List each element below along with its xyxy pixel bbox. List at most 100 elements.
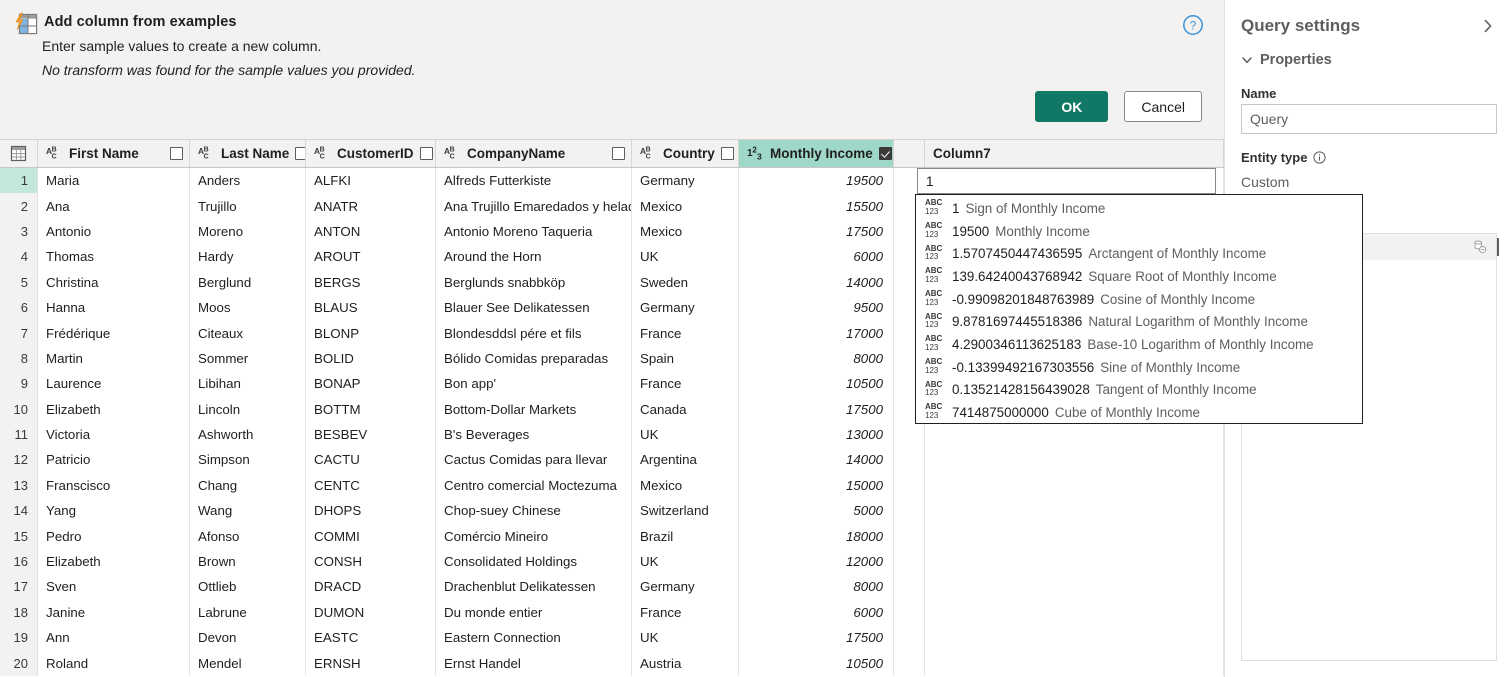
cell-income[interactable]: 17500 — [739, 396, 894, 422]
column-header-country[interactable]: A B C Country — [632, 140, 739, 167]
row-number-cell[interactable]: 18 — [0, 599, 38, 626]
table-row[interactable]: 14 Yang Wang DHOPS Chop-suey Chinese Switzerl… — [0, 498, 1224, 524]
row-number-cell[interactable]: 5 — [0, 269, 38, 295]
cell-company[interactable]: Consolidated Holdings — [436, 548, 632, 575]
cell-id[interactable]: ANATR — [306, 193, 436, 219]
cell-id[interactable]: BOLID — [306, 345, 436, 372]
cell-country[interactable]: France — [632, 599, 739, 626]
cell-company[interactable]: Alfreds Futterkiste — [436, 168, 632, 194]
cell-income[interactable]: 10500 — [739, 371, 894, 397]
cell-last[interactable]: Citeaux — [190, 320, 306, 346]
cell-company[interactable]: Bon app' — [436, 371, 632, 397]
chevron-right-icon[interactable] — [1480, 18, 1496, 34]
row-number-cell[interactable]: 7 — [0, 320, 38, 346]
cell-company[interactable]: Eastern Connection — [436, 625, 632, 651]
cell-first[interactable]: Martin — [38, 345, 190, 372]
cell-last[interactable]: Chang — [190, 472, 306, 499]
row-number-cell[interactable]: 10 — [0, 396, 38, 422]
cell-id[interactable]: DHOPS — [306, 498, 436, 524]
table-row[interactable]: 17 Sven Ottlieb DRACD Drachenblut Delikatess… — [0, 574, 1224, 600]
row-number-cell[interactable]: 8 — [0, 345, 38, 372]
cell-first[interactable]: Franscisco — [38, 472, 190, 499]
cell-column7[interactable] — [925, 599, 1224, 626]
cell-id[interactable]: DRACD — [306, 574, 436, 600]
table-row[interactable]: 15 Pedro Afonso COMMI Comércio Mineiro Brazil… — [0, 523, 1224, 549]
cell-last[interactable]: Labrune — [190, 599, 306, 626]
cell-income[interactable]: 17500 — [739, 218, 894, 245]
suggestion-item[interactable]: ABC 123 1.5707450447436595 Arctangent of Mo… — [916, 242, 1362, 265]
cell-id[interactable]: CACTU — [306, 447, 436, 473]
cell-id[interactable]: CENTC — [306, 472, 436, 499]
cell-income[interactable]: 15000 — [739, 472, 894, 499]
suggestion-item[interactable]: ABC 123 9.8781697445518386 Natural Logarith… — [916, 310, 1362, 333]
ok-button[interactable]: OK — [1035, 91, 1109, 122]
cell-income[interactable]: 17500 — [739, 625, 894, 651]
cell-id[interactable]: EASTC — [306, 625, 436, 651]
cell-first[interactable]: Christina — [38, 269, 190, 295]
cell-country[interactable]: Brazil — [632, 523, 739, 549]
cell-country[interactable]: Mexico — [632, 472, 739, 499]
row-number-cell[interactable]: 13 — [0, 472, 38, 499]
column-checkbox-companyname[interactable] — [612, 147, 625, 160]
cell-column7[interactable] — [925, 472, 1224, 499]
cell-first[interactable]: Pedro — [38, 523, 190, 549]
cell-company[interactable]: Blondesddsl pére et fils — [436, 320, 632, 346]
cell-country[interactable]: Mexico — [632, 193, 739, 219]
cell-last[interactable]: Trujillo — [190, 193, 306, 219]
cell-company[interactable]: Du monde entier — [436, 599, 632, 626]
column-header-monthly-income[interactable]: 1 2 3 Monthly Income — [739, 140, 894, 167]
cell-id[interactable]: BLAUS — [306, 294, 436, 321]
cancel-button[interactable]: Cancel — [1124, 91, 1202, 122]
table-row[interactable]: 11 Victoria Ashworth BESBEV B's Beverages UK 1… — [0, 421, 1224, 448]
cell-last[interactable]: Ashworth — [190, 421, 306, 448]
cell-first[interactable]: Hanna — [38, 294, 190, 321]
cell-last[interactable]: Simpson — [190, 447, 306, 473]
suggestion-item[interactable]: ABC 123 -0.99098201848763989 Cosine of Mont… — [916, 288, 1362, 311]
cell-income[interactable]: 18000 — [739, 523, 894, 549]
cell-country[interactable]: Sweden — [632, 269, 739, 295]
cell-last[interactable]: Wang — [190, 498, 306, 524]
cell-company[interactable]: Bólido Comidas preparadas — [436, 345, 632, 372]
cell-country[interactable]: Spain — [632, 345, 739, 372]
cell-income[interactable]: 19500 — [739, 168, 894, 194]
cell-country[interactable]: Mexico — [632, 218, 739, 245]
cell-company[interactable]: Around the Horn — [436, 244, 632, 270]
cell-first[interactable]: Janine — [38, 599, 190, 626]
cell-income[interactable]: 9500 — [739, 294, 894, 321]
cell-country[interactable]: UK — [632, 421, 739, 448]
cell-company[interactable]: B's Beverages — [436, 421, 632, 448]
cell-last[interactable]: Brown — [190, 548, 306, 575]
cell-id[interactable]: ERNSH — [306, 650, 436, 676]
table-row[interactable]: 20 Roland Mendel ERNSH Ernst Handel Austria 10… — [0, 650, 1224, 676]
cell-company[interactable]: Chop-suey Chinese — [436, 498, 632, 524]
table-row[interactable]: 13 Franscisco Chang CENTC Centro comercial M… — [0, 472, 1224, 499]
cell-country[interactable]: Switzerland — [632, 498, 739, 524]
cell-id[interactable]: ALFKI — [306, 168, 436, 194]
cell-last[interactable]: Lincoln — [190, 396, 306, 422]
suggestion-item[interactable]: ABC 123 0.13521428156439028 Tangent of Mont… — [916, 379, 1362, 402]
help-circle-icon[interactable]: ? — [1182, 14, 1204, 36]
cell-id[interactable]: COMMI — [306, 523, 436, 549]
row-number-cell[interactable]: 14 — [0, 498, 38, 524]
cell-last[interactable]: Berglund — [190, 269, 306, 295]
cell-income[interactable]: 10500 — [739, 650, 894, 676]
cell-last[interactable]: Mendel — [190, 650, 306, 676]
table-row[interactable]: 18 Janine Labrune DUMON Du monde entier Franc… — [0, 599, 1224, 626]
cell-company[interactable]: Bottom-Dollar Markets — [436, 396, 632, 422]
cell-country[interactable]: France — [632, 320, 739, 346]
cell-country[interactable]: Germany — [632, 574, 739, 600]
cell-company[interactable]: Comércio Mineiro — [436, 523, 632, 549]
cell-id[interactable]: BONAP — [306, 371, 436, 397]
table-row[interactable]: 12 Patricio Simpson CACTU Cactus Comidas par… — [0, 447, 1224, 473]
column-checkbox-first-name[interactable] — [170, 147, 183, 160]
cell-income[interactable]: 8000 — [739, 345, 894, 372]
cell-first[interactable]: Elizabeth — [38, 548, 190, 575]
cell-id[interactable]: ANTON — [306, 218, 436, 245]
cell-last[interactable]: Moreno — [190, 218, 306, 245]
cell-id[interactable]: CONSH — [306, 548, 436, 575]
cell-country[interactable]: Germany — [632, 168, 739, 194]
cell-id[interactable]: BERGS — [306, 269, 436, 295]
row-number-cell[interactable]: 12 — [0, 447, 38, 473]
suggestion-item[interactable]: ABC 123 7414875000000 Cube of Monthly Incom… — [916, 401, 1362, 424]
cell-id[interactable]: BOTTM — [306, 396, 436, 422]
